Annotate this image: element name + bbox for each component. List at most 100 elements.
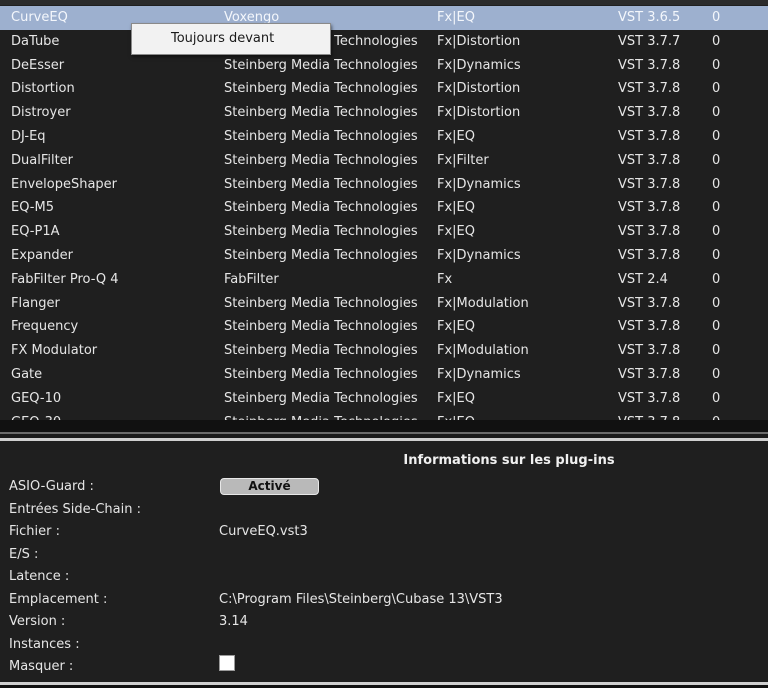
- plugin-vendor: Steinberg Media Technologies: [224, 343, 418, 359]
- plugin-instances: 0: [712, 343, 721, 359]
- context-menu-item-always-on-top[interactable]: Toujours devant: [171, 31, 274, 46]
- plugin-category: Fx|Filter: [437, 152, 489, 168]
- version-label: Version :: [9, 614, 66, 629]
- list-header-strip: [0, 0, 768, 5]
- plugin-instances: 0: [712, 319, 721, 335]
- plugin-instances: 0: [712, 57, 721, 73]
- plugin-vendor: Steinberg Media Technologies: [224, 57, 418, 73]
- plugin-version: VST 3.7.8: [618, 152, 681, 168]
- plugin-version: VST 3.7.7: [618, 33, 681, 49]
- plugin-vendor: FabFilter: [224, 271, 279, 287]
- plugin-name: CurveEQ: [11, 10, 68, 25]
- plugin-category: Fx|EQ: [437, 390, 475, 406]
- plugin-name: GEQ-10: [11, 390, 62, 406]
- splitter-dark: [0, 420, 768, 432]
- plugin-instances: 0: [712, 295, 721, 311]
- latency-label: Latence :: [9, 569, 70, 584]
- plugin-category: Fx|Distortion: [437, 33, 521, 49]
- plugin-vendor: Steinberg Media Technologies: [224, 81, 418, 97]
- plugin-category: Fx|EQ: [437, 319, 475, 335]
- plugin-list: CurveEQVoxengoFx|EQVST 3.6.50DaTubeStein…: [0, 6, 768, 420]
- instances-label: Instances :: [9, 637, 80, 652]
- plugin-row[interactable]: GEQ-10 Steinberg Media Technologies Fx|EQ V…: [0, 387, 768, 411]
- plugin-name: FabFilter Pro-Q 4: [11, 271, 119, 287]
- file-value: CurveEQ.vst3: [219, 524, 308, 539]
- plugin-category: Fx|EQ: [437, 10, 475, 25]
- plugin-instances: 0: [712, 128, 721, 144]
- plugin-instances: 0: [712, 390, 721, 406]
- plugin-category: Fx|Distortion: [437, 105, 521, 121]
- plugin-row[interactable]: Flanger Steinberg Media Technologies Fx|Mo…: [0, 292, 768, 316]
- location-value: C:\Program Files\Steinberg\Cubase 13\VST…: [219, 592, 503, 607]
- plugin-instances: 0: [712, 105, 721, 121]
- plugin-row[interactable]: FabFilter Pro-Q 4 FabFilter Fx VST 2.4 0: [0, 268, 768, 292]
- context-menu: Toujours devant: [131, 23, 331, 55]
- plugin-row[interactable]: Distroyer Steinberg Media Technologies Fx|…: [0, 101, 768, 125]
- plugin-vendor: Steinberg Media Technologies: [224, 176, 418, 192]
- plugin-row[interactable]: CurveEQ Voxengo Fx|EQ VST 3.6.5 0: [0, 6, 768, 30]
- plugin-row[interactable]: DualFilter Steinberg Media Technologies Fx…: [0, 149, 768, 173]
- io-label: E/S :: [9, 547, 39, 562]
- plugin-row[interactable]: Frequency Steinberg Media Technologies Fx|…: [0, 315, 768, 339]
- plugin-info-panel: Informations sur les plug-ins ASIO-Guard…: [0, 441, 768, 682]
- plugin-category: Fx|EQ: [437, 128, 475, 144]
- plugin-row[interactable]: Gate Steinberg Media Technologies Fx|Dynam…: [0, 363, 768, 387]
- plugin-version: VST 3.7.8: [618, 128, 681, 144]
- plugin-instances: 0: [712, 10, 721, 25]
- plugin-version: VST 3.7.8: [618, 319, 681, 335]
- plugin-vendor: Steinberg Media Technologies: [224, 128, 418, 144]
- plugin-row[interactable]: EQ-M5 Steinberg Media Technologies Fx|EQ VS…: [0, 196, 768, 220]
- file-label: Fichier :: [9, 524, 60, 539]
- plugin-row[interactable]: GEQ-30 Steinberg Media Technologies Fx|EQ V…: [0, 411, 768, 420]
- plugin-row[interactable]: DaTubeSteinberg Media TechnologiesFx|Dis…: [0, 30, 768, 54]
- plugin-row[interactable]: FX Modulator Steinberg Media Technologies…: [0, 339, 768, 363]
- plugin-name: DJ-Eq: [11, 128, 46, 144]
- plugin-version: VST 3.7.8: [618, 81, 681, 97]
- plugin-version: VST 3.7.8: [618, 247, 681, 263]
- plugin-category: Fx|EQ: [437, 224, 475, 240]
- plugin-category: Fx|EQ: [437, 411, 475, 420]
- plugin-vendor: Steinberg Media Technologies: [224, 200, 418, 216]
- hide-label: Masquer :: [9, 659, 74, 674]
- plugin-vendor: Steinberg Media Technologies: [224, 105, 418, 121]
- plugin-name: EnvelopeShaper: [11, 176, 118, 192]
- plugin-row[interactable]: DeEsser Steinberg Media Technologies Fx|Dy…: [0, 54, 768, 78]
- sidechain-label: Entrées Side-Chain :: [9, 502, 141, 517]
- plugin-row[interactable]: DJ-Eq Steinberg Media Technologies Fx|EQ VS…: [0, 125, 768, 149]
- plugin-name: FX Modulator: [11, 343, 98, 359]
- plugin-instances: 0: [712, 200, 721, 216]
- plugin-category: Fx|Dynamics: [437, 57, 521, 73]
- plugin-version: VST 3.7.8: [618, 200, 681, 216]
- plugin-name: Distortion: [11, 81, 75, 97]
- plugin-name: GEQ-30: [11, 411, 61, 420]
- plugin-name: Flanger: [11, 295, 60, 311]
- plugin-version: VST 2.4: [618, 271, 668, 287]
- plugin-row[interactable]: EnvelopeShaper Steinberg Media Technologi…: [0, 173, 768, 197]
- plugin-instances: 0: [712, 152, 721, 168]
- plugin-category: Fx|Dynamics: [437, 366, 521, 382]
- plugin-vendor: Steinberg Media Technologies: [224, 411, 418, 420]
- plugin-instances: 0: [712, 271, 721, 287]
- plugin-vendor: Steinberg Media Technologies: [224, 152, 418, 168]
- plugin-vendor: Steinberg Media Technologies: [224, 366, 418, 382]
- asio-guard-button[interactable]: Activé: [220, 478, 319, 495]
- plugin-name: Distroyer: [11, 105, 71, 121]
- info-panel-title: Informations sur les plug-ins: [403, 453, 615, 468]
- plugin-version: VST 3.7.8: [618, 366, 681, 382]
- location-label: Emplacement :: [9, 592, 108, 607]
- plugin-version: VST 3.7.8: [618, 57, 681, 73]
- hide-checkbox[interactable]: [219, 655, 235, 671]
- plugin-row[interactable]: Expander Steinberg Media Technologies Fx|D…: [0, 244, 768, 268]
- plugin-version: VST 3.7.8: [618, 343, 681, 359]
- plugin-vendor: Steinberg Media Technologies: [224, 247, 418, 263]
- plugin-instances: 0: [712, 81, 721, 97]
- plugin-row[interactable]: EQ-P1A Steinberg Media Technologies Fx|EQ V…: [0, 220, 768, 244]
- plugin-name: EQ-P1A: [11, 224, 60, 240]
- plugin-version: VST 3.7.8: [618, 176, 681, 192]
- plugin-name: EQ-M5: [11, 200, 54, 216]
- version-value: 3.14: [219, 614, 248, 629]
- plugin-instances: 0: [712, 411, 720, 420]
- plugin-row[interactable]: Distortion Steinberg Media Technologies Fx…: [0, 77, 768, 101]
- plugin-instances: 0: [712, 224, 721, 240]
- plugin-instances: 0: [712, 33, 721, 49]
